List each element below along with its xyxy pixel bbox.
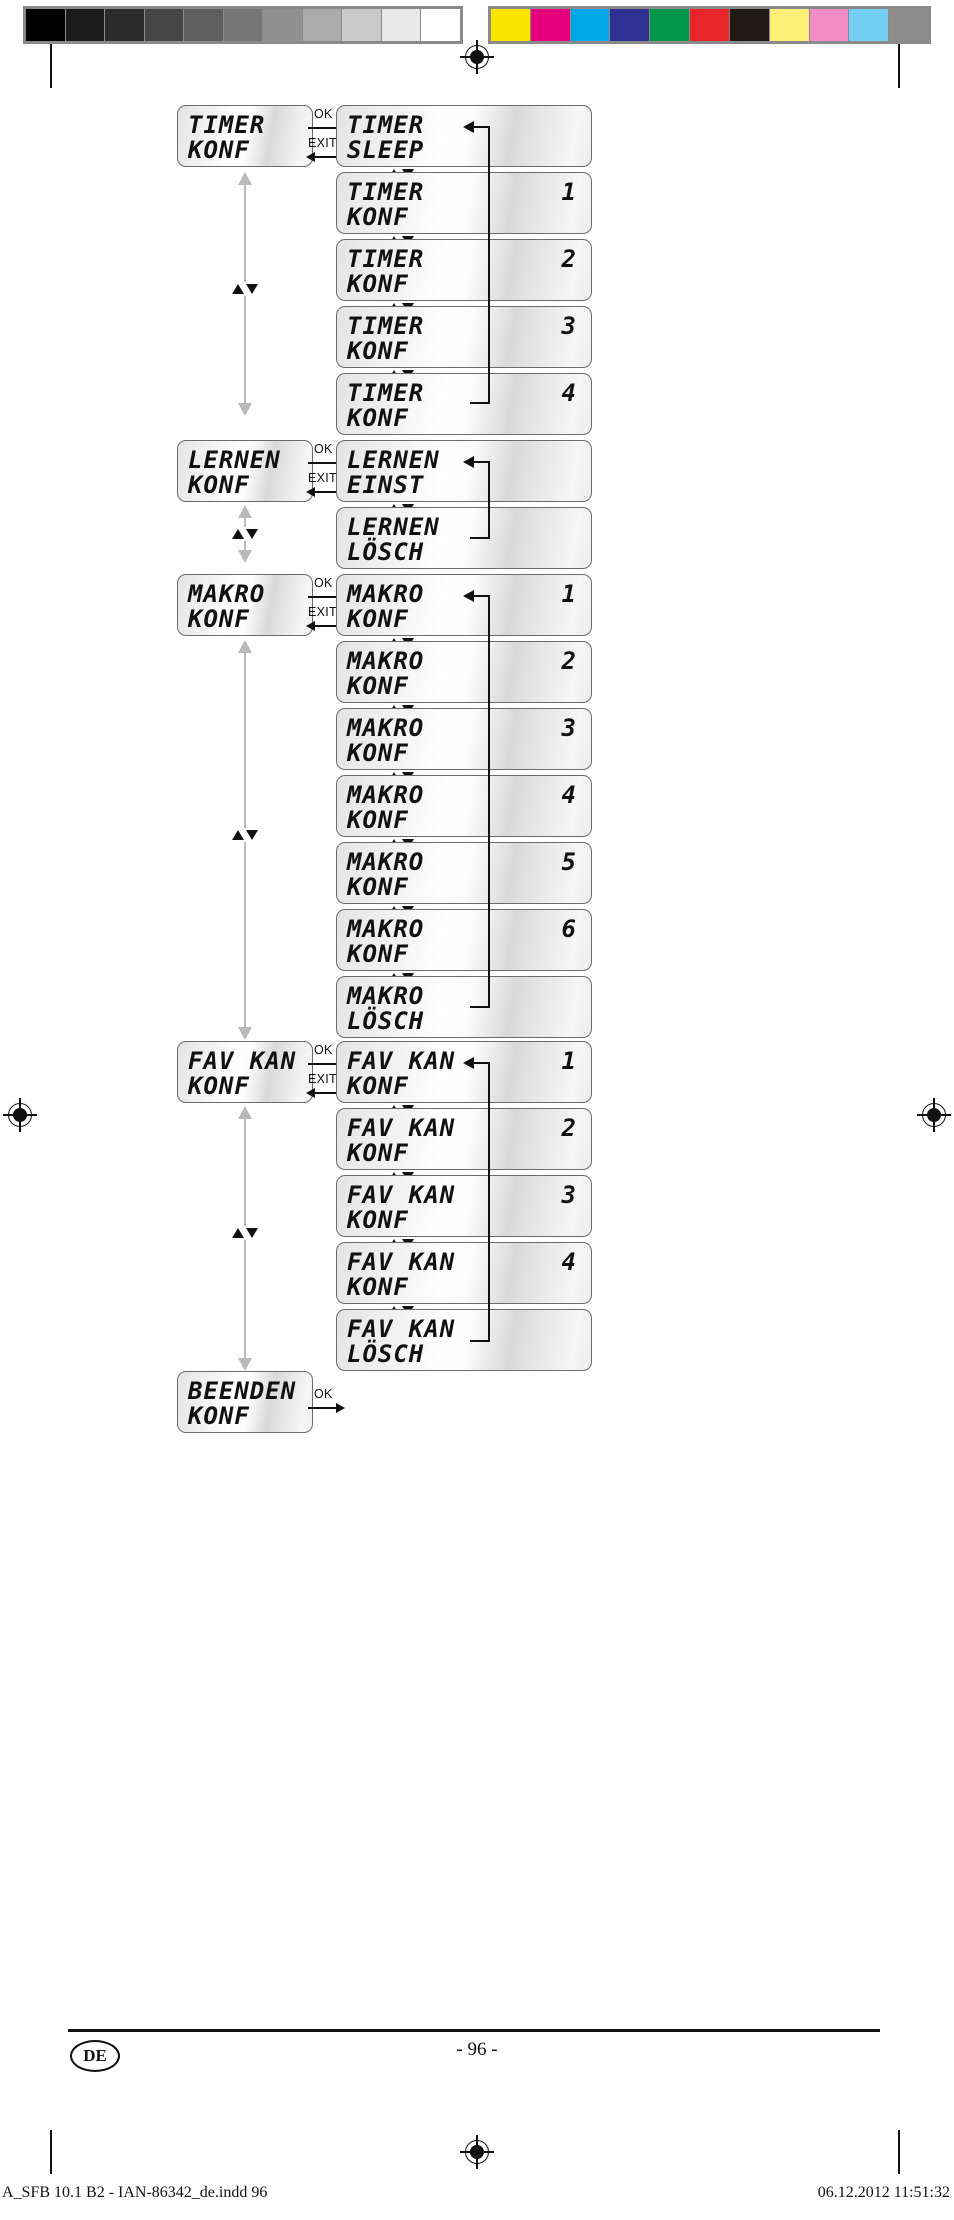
triangle-up-icon [232, 1228, 244, 1238]
arrow-down-icon [237, 1358, 252, 1371]
page-number: - 96 - [456, 2039, 498, 2060]
lcd-line1: LERNEN [188, 446, 281, 474]
lcd-makro-root[interactable]: MAKRO KONF [177, 574, 313, 636]
arrow-down-icon [237, 403, 252, 416]
lcd-line2: KONF [188, 1402, 250, 1430]
triangle-down-icon [246, 284, 258, 294]
exit-label: EXIT [308, 471, 337, 485]
lcd-line2: KONF [188, 471, 250, 499]
exit-label: EXIT [308, 136, 337, 150]
lcd-timer-root[interactable]: TIMER KONF [177, 105, 313, 167]
arrow-down-icon [237, 550, 252, 563]
exit-label: EXIT [308, 1072, 337, 1086]
arrow-down-icon [237, 1027, 252, 1040]
imprint-filename: A_SFB 10.1 B2 - IAN-86342_de.indd 96 [2, 2184, 268, 2201]
lcd-line1: BEENDEN [188, 1377, 297, 1405]
ok-label: OK [314, 576, 333, 590]
ok-label: OK [314, 442, 333, 456]
triangle-up-icon [232, 529, 244, 539]
scroll-arrow-timer-lernen [230, 172, 260, 416]
lcd-line2: KONF [188, 136, 250, 164]
lcd-line2: KONF [188, 605, 250, 633]
triangle-up-icon [232, 284, 244, 294]
loop-connector-favkan [462, 1057, 502, 1344]
lcd-line2: LÖSCH [347, 538, 425, 566]
scroll-arrow-lernen-makro [230, 505, 260, 563]
triangle-down-icon [246, 1228, 258, 1238]
scroll-arrow-favkan-beenden [230, 1106, 260, 1371]
lcd-line1: FAV KAN [188, 1047, 297, 1075]
ok-label: OK [314, 1043, 333, 1057]
ok-label: OK [314, 1387, 333, 1401]
lcd-favkan-root[interactable]: FAV KAN KONF [177, 1041, 313, 1103]
menu-flow-diagram: TIMER KONF OK EXIT TIMER SLEEP TIMER 1 KO… [0, 0, 954, 2220]
loop-connector-makro [462, 590, 502, 1010]
lcd-line2: LÖSCH [347, 1007, 425, 1035]
triangle-down-icon [246, 529, 258, 539]
scroll-arrow-makro-favkan [230, 640, 260, 1040]
ok-label: OK [314, 107, 333, 121]
triangle-down-icon [246, 830, 258, 840]
lcd-lernen-root[interactable]: LERNEN KONF [177, 440, 313, 502]
lcd-line2: KONF [188, 1072, 250, 1100]
lcd-line1: MAKRO [188, 580, 266, 608]
lcd-line1: TIMER [188, 111, 266, 139]
lcd-beenden-root[interactable]: BEENDEN KONF [177, 1371, 313, 1433]
imprint-timestamp: 06.12.2012 11:51:32 [817, 2184, 950, 2201]
lcd-line2: LÖSCH [347, 1340, 425, 1368]
footer-rule [68, 2029, 880, 2032]
triangle-up-icon [232, 830, 244, 840]
exit-label: EXIT [308, 605, 337, 619]
lcd-line2: KONF [347, 404, 409, 432]
loop-connector-timer [462, 121, 502, 406]
loop-connector-lernen [462, 456, 502, 541]
transition-ok-beenden: OK [305, 1385, 349, 1447]
